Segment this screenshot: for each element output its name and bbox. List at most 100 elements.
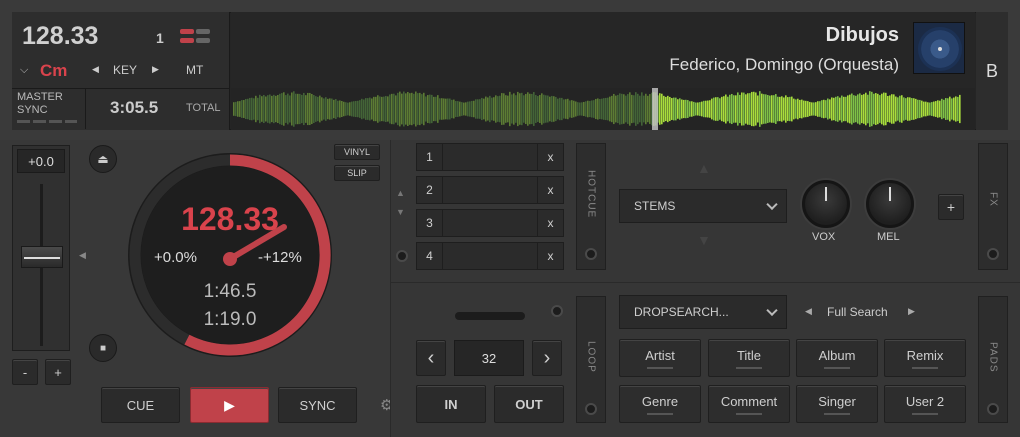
waveform-bar <box>509 91 511 127</box>
pad-label: Artist <box>645 347 675 363</box>
hotcue-row-1[interactable]: 1 x <box>416 143 564 171</box>
waveform-bar <box>809 101 811 117</box>
vox-knob[interactable] <box>802 180 850 228</box>
waveform-bar <box>573 100 575 118</box>
hotcue-delete-button[interactable]: x <box>537 177 563 203</box>
play-button[interactable]: ▶ <box>190 387 269 423</box>
fx-tab[interactable]: FX <box>978 143 1008 270</box>
hotcue-delete-button[interactable]: x <box>537 144 563 170</box>
key-value[interactable]: Cm <box>40 61 67 81</box>
waveform-bar <box>705 100 707 118</box>
loop-slider[interactable] <box>455 312 525 320</box>
slip-button[interactable]: SLIP <box>334 165 380 181</box>
waveform-bar <box>801 99 803 119</box>
waveform-bar <box>647 95 649 123</box>
cue-button[interactable]: CUE <box>101 387 180 423</box>
pitch-minus-button[interactable]: - <box>12 359 38 385</box>
hotcue-down-icon[interactable]: ▼ <box>396 207 405 217</box>
pads-tab-led <box>987 403 999 415</box>
dropsearch-dropdown[interactable]: DROPSEARCH... <box>619 295 787 329</box>
waveform-bar <box>239 101 241 117</box>
mel-knob[interactable] <box>866 180 914 228</box>
loop-tab[interactable]: LOOP <box>576 296 606 423</box>
hotcue-delete-button[interactable]: x <box>537 210 563 236</box>
waveform-bar <box>457 101 459 117</box>
waveform[interactable] <box>231 88 975 130</box>
waveform-bar <box>723 96 725 122</box>
waveform-bar <box>569 100 571 118</box>
add-stem-button[interactable]: + <box>938 194 964 220</box>
waveform-bar <box>687 100 689 118</box>
pad-remix[interactable]: Remix <box>884 339 966 377</box>
master-sync-button[interactable]: MASTER SYNC <box>12 89 86 129</box>
waveform-bar <box>233 102 235 116</box>
waveform-bar <box>521 92 523 126</box>
hotcue-row-2[interactable]: 2 x <box>416 176 564 204</box>
waveform-bar <box>689 101 691 117</box>
key-dropdown-chevron-icon[interactable]: ⌵ <box>20 64 28 77</box>
hotcue-tab-led <box>585 248 597 260</box>
key-up-icon[interactable]: ▶ <box>152 64 159 75</box>
waveform-bar <box>791 96 793 122</box>
waveform-bar <box>785 95 787 123</box>
waveform-bar <box>751 91 753 127</box>
waveform-bar <box>565 99 567 119</box>
waveform-bar <box>267 95 269 123</box>
hotcue-row-3[interactable]: 3 x <box>416 209 564 237</box>
waveform-bar <box>493 97 495 121</box>
hotcue-up-icon[interactable]: ▲ <box>396 188 405 198</box>
hotcue-number: 4 <box>417 243 443 269</box>
loop-prev-button[interactable]: ‹ <box>416 340 446 376</box>
sync-button[interactable]: SYNC <box>278 387 357 423</box>
waveform-bar <box>523 95 525 123</box>
waveform-bar <box>419 92 421 126</box>
loop-in-button[interactable]: IN <box>416 385 486 423</box>
eject-icon[interactable]: ⏏ <box>89 145 117 173</box>
waveform-bar <box>505 95 507 123</box>
waveform-bar <box>873 93 875 125</box>
waveform-bar <box>577 102 579 116</box>
search-mode-next-icon[interactable]: ▶ <box>908 306 915 317</box>
mt-button[interactable]: MT <box>186 63 203 77</box>
total-time: 3:05.5 <box>110 98 159 117</box>
waveform-bar <box>859 93 861 125</box>
waveform-bar <box>811 102 813 116</box>
pad-user-2[interactable]: User 2 <box>884 385 966 423</box>
waveform-bar <box>631 94 633 124</box>
waveform-bar <box>351 101 353 117</box>
waveform-bar <box>371 98 373 120</box>
waveform-bar <box>451 99 453 119</box>
pitch-slider-handle[interactable] <box>21 246 63 268</box>
track-info-area: Dibujos Federico, Domingo (Orquesta) <box>231 12 975 130</box>
jog-elapsed: 1:46.5 <box>203 281 257 302</box>
pad-album[interactable]: Album <box>796 339 878 377</box>
search-mode-label: Full Search <box>827 305 888 319</box>
jog-wheel[interactable]: 128.33 +0.0% -+12% 1:46.5 1:19.0 <box>126 151 334 359</box>
stems-dropdown[interactable]: STEMS <box>619 189 787 223</box>
pad-genre[interactable]: Genre <box>619 385 701 423</box>
pad-artist[interactable]: Artist <box>619 339 701 377</box>
hotcue-tab[interactable]: HOTCUE <box>576 143 606 270</box>
pads-tab[interactable]: PADS <box>978 296 1008 423</box>
hotcue-row-4[interactable]: 4 x <box>416 242 564 270</box>
loop-out-button[interactable]: OUT <box>494 385 564 423</box>
waveform-bar <box>725 94 727 124</box>
stop-icon[interactable]: ■ <box>89 334 117 362</box>
jog-range: -+12% <box>258 249 302 266</box>
waveform-bar <box>531 93 533 125</box>
waveform-bar <box>903 97 905 121</box>
vinyl-button[interactable]: VINYL <box>334 144 380 160</box>
waveform-bar <box>673 97 675 121</box>
pad-title[interactable]: Title <box>708 339 790 377</box>
loop-next-button[interactable]: › <box>532 340 562 376</box>
master-label: MASTER <box>17 91 63 103</box>
pad-comment[interactable]: Comment <box>708 385 790 423</box>
hotcue-delete-button[interactable]: x <box>537 243 563 269</box>
waveform-bar <box>951 98 953 120</box>
search-mode-prev-icon[interactable]: ◀ <box>805 306 812 317</box>
key-down-icon[interactable]: ◀ <box>92 64 99 75</box>
pad-singer[interactable]: Singer <box>796 385 878 423</box>
pitch-plus-button[interactable]: + <box>45 359 71 385</box>
fx-tab-led <box>987 248 999 260</box>
waveform-bar <box>487 97 489 121</box>
